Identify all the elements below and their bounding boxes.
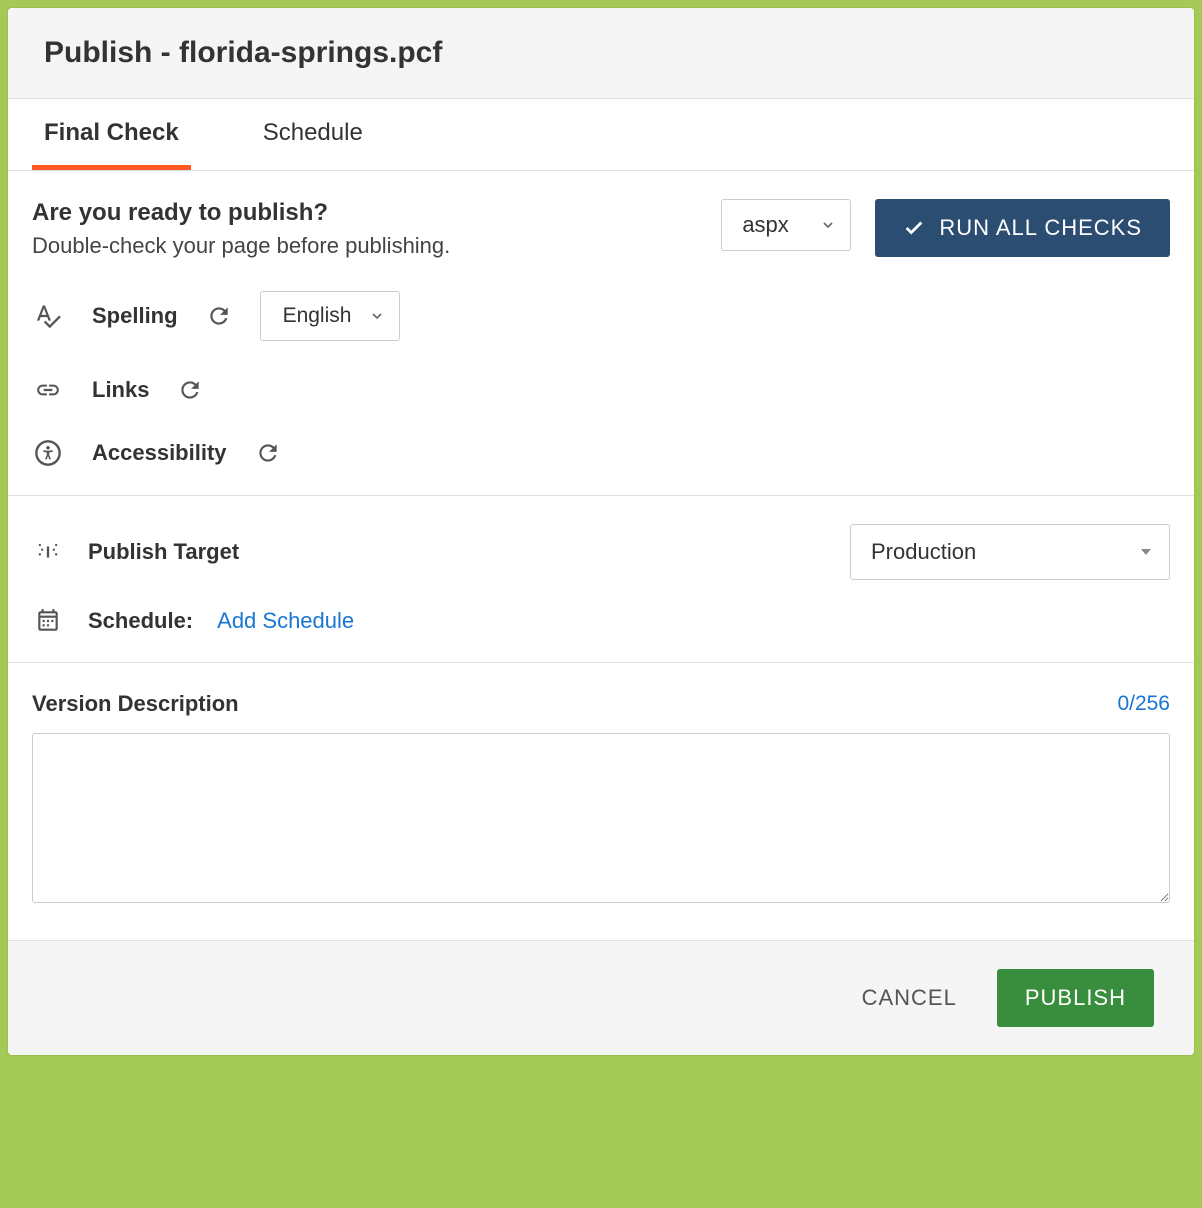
- publish-target-value: Production: [871, 539, 976, 564]
- publish-target-label: Publish Target: [88, 539, 239, 565]
- publish-target-select[interactable]: Production: [850, 524, 1170, 580]
- ready-section: Are you ready to publish? Double-check y…: [8, 171, 1194, 496]
- dialog-title: Publish - florida-springs.pcf: [44, 36, 1158, 70]
- refresh-icon[interactable]: [255, 440, 281, 466]
- chevron-down-icon: [369, 308, 385, 324]
- cancel-button[interactable]: CANCEL: [854, 971, 965, 1025]
- settings-section: Publish Target Production Schedule: Add …: [8, 496, 1194, 663]
- chevron-down-icon: [820, 217, 836, 233]
- version-description-input[interactable]: [32, 733, 1170, 903]
- link-icon: [32, 377, 64, 403]
- format-select-value: aspx: [742, 212, 788, 237]
- links-check-row: Links: [32, 377, 1170, 403]
- format-select[interactable]: aspx: [721, 199, 851, 251]
- refresh-icon[interactable]: [206, 303, 232, 329]
- spelling-check-row: Spelling English: [32, 291, 1170, 341]
- tab-final-check[interactable]: Final Check: [32, 99, 191, 170]
- run-all-label: RUN ALL CHECKS: [939, 215, 1142, 241]
- schedule-row: Schedule: Add Schedule: [32, 608, 1170, 634]
- calendar-icon: [32, 608, 64, 634]
- accessibility-icon: [32, 439, 64, 467]
- dialog-footer: CANCEL PUBLISH: [8, 940, 1194, 1055]
- publish-target-row: Publish Target Production: [32, 524, 1170, 580]
- dialog-header: Publish - florida-springs.pcf: [8, 8, 1194, 99]
- links-label: Links: [92, 377, 149, 403]
- accessibility-label: Accessibility: [92, 440, 227, 466]
- schedule-label: Schedule:: [88, 608, 193, 634]
- refresh-icon[interactable]: [177, 377, 203, 403]
- run-all-checks-button[interactable]: RUN ALL CHECKS: [875, 199, 1170, 257]
- accessibility-check-row: Accessibility: [32, 439, 1170, 467]
- publish-button[interactable]: PUBLISH: [997, 969, 1154, 1027]
- spelling-label: Spelling: [92, 303, 178, 329]
- add-schedule-link[interactable]: Add Schedule: [217, 608, 354, 634]
- language-select[interactable]: English: [260, 291, 401, 341]
- tab-schedule[interactable]: Schedule: [251, 99, 375, 170]
- char-counter: 0/256: [1117, 692, 1170, 716]
- language-select-value: English: [283, 304, 352, 327]
- spellcheck-icon: [32, 302, 64, 330]
- ready-title: Are you ready to publish?: [32, 199, 697, 227]
- description-section: Version Description 0/256: [8, 663, 1194, 940]
- version-description-label: Version Description: [32, 691, 239, 717]
- tabs: Final Check Schedule: [8, 99, 1194, 171]
- publish-dialog: Publish - florida-springs.pcf Final Chec…: [8, 8, 1194, 1055]
- check-icon: [903, 217, 925, 239]
- broadcast-icon: [32, 538, 64, 566]
- ready-subtitle: Double-check your page before publishing…: [32, 233, 697, 259]
